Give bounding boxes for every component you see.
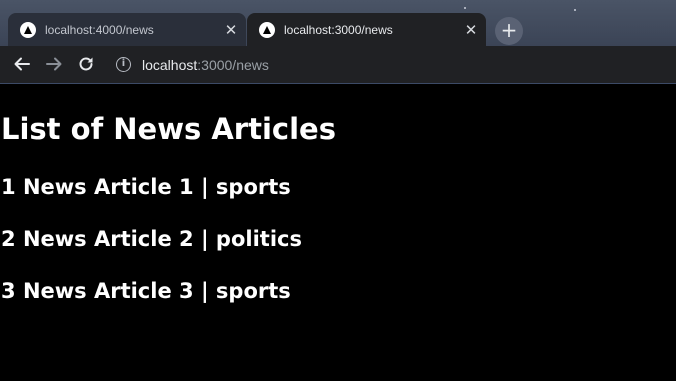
tab-strip: localhost:4000/news ✕ localhost:3000/new… xyxy=(0,0,676,46)
forward-arrow-icon[interactable] xyxy=(42,52,66,76)
url-path: :3000/news xyxy=(197,57,269,73)
news-article-item: 3 News Article 3 | sports xyxy=(1,279,291,303)
decorative-dot xyxy=(574,9,576,11)
close-tab-icon[interactable]: ✕ xyxy=(222,21,240,39)
back-arrow-icon[interactable] xyxy=(10,52,34,76)
tab-title: localhost:3000/news xyxy=(284,22,393,37)
browser-toolbar: i localhost:3000/news xyxy=(0,46,676,83)
page-content: List of News Articles 1 News Article 1 |… xyxy=(0,84,676,381)
article-category: sports xyxy=(215,175,291,199)
address-bar[interactable]: localhost:3000/news xyxy=(142,57,269,73)
article-id: 2 xyxy=(1,227,16,251)
separator: | xyxy=(200,279,209,303)
nextjs-favicon-icon xyxy=(20,21,36,38)
tab-localhost-4000[interactable]: localhost:4000/news ✕ xyxy=(8,13,246,46)
article-id: 3 xyxy=(1,279,16,303)
news-article-item: 2 News Article 2 | politics xyxy=(1,227,302,251)
article-category: sports xyxy=(215,279,291,303)
new-tab-button[interactable]: + xyxy=(495,17,523,45)
article-title: News Article 1 xyxy=(22,175,194,199)
article-id: 1 xyxy=(1,175,16,199)
separator: | xyxy=(200,175,209,199)
nextjs-favicon-icon xyxy=(259,21,275,38)
reload-icon[interactable] xyxy=(74,52,98,76)
separator: | xyxy=(200,227,209,251)
url-host: localhost xyxy=(142,57,198,73)
news-article-item: 1 News Article 1 | sports xyxy=(1,175,291,199)
article-category: politics xyxy=(215,227,302,251)
decorative-dot xyxy=(464,7,466,9)
close-tab-icon[interactable]: ✕ xyxy=(462,21,480,39)
article-title: News Article 3 xyxy=(22,279,194,303)
page-title: List of News Articles xyxy=(1,112,336,146)
tab-localhost-3000[interactable]: localhost:3000/news ✕ xyxy=(247,13,486,46)
tab-title: localhost:4000/news xyxy=(45,22,154,37)
site-info-icon[interactable]: i xyxy=(116,57,131,72)
article-title: News Article 2 xyxy=(22,227,194,251)
